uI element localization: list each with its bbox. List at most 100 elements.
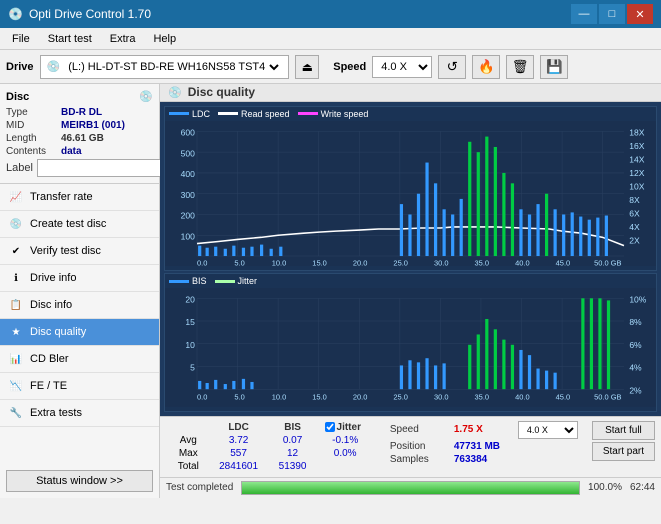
erase-button[interactable]: 🗑: [506, 55, 534, 79]
disc-panel-title: Disc: [6, 91, 29, 103]
svg-text:6X: 6X: [629, 208, 640, 218]
menu-help[interactable]: Help: [145, 31, 184, 47]
svg-text:4%: 4%: [629, 363, 642, 373]
svg-text:2%: 2%: [629, 386, 642, 396]
position-label: Position: [390, 441, 450, 452]
start-part-button[interactable]: Start part: [592, 442, 655, 461]
total-jitter: [317, 460, 374, 473]
svg-text:10: 10: [185, 340, 195, 350]
svg-text:45.0: 45.0: [556, 393, 571, 402]
menu-extra[interactable]: Extra: [102, 31, 144, 47]
nav-label-disc-quality: Disc quality: [30, 326, 86, 338]
svg-text:200: 200: [181, 211, 196, 221]
refresh-button[interactable]: ↺: [438, 55, 466, 79]
svg-text:16X: 16X: [629, 141, 645, 151]
chart1-legend: LDC Read speed Write speed: [165, 107, 656, 121]
speed-stat-dropdown[interactable]: 4.0 X: [518, 421, 578, 439]
sidebar-item-transfer-rate[interactable]: 📈 Transfer rate: [0, 184, 159, 211]
disc-panel-icon: 💿: [139, 90, 153, 103]
svg-text:20.0: 20.0: [353, 393, 368, 402]
avg-jitter: -0.1%: [317, 434, 374, 447]
close-button[interactable]: ✕: [627, 4, 653, 24]
svg-text:5.0: 5.0: [234, 393, 244, 402]
samples-label: Samples: [390, 454, 450, 465]
titlebar: 💿 Opti Drive Control 1.70 — □ ✕: [0, 0, 661, 28]
start-full-button[interactable]: Start full: [592, 421, 655, 440]
status-window-button[interactable]: Status window >>: [6, 470, 153, 492]
position-row: Position 47731 MB: [390, 441, 578, 452]
minimize-button[interactable]: —: [571, 4, 597, 24]
sidebar-item-create-test-disc[interactable]: 💿 Create test disc: [0, 211, 159, 238]
test-status: Test completed: [166, 482, 233, 493]
nav-label-extra-tests: Extra tests: [30, 407, 82, 419]
svg-text:4X: 4X: [629, 222, 640, 232]
burn-button[interactable]: 🔥: [472, 55, 500, 79]
menu-file[interactable]: File: [4, 31, 38, 47]
sidebar-item-disc-quality[interactable]: ★ Disc quality: [0, 319, 159, 346]
col-bis: BIS: [269, 421, 317, 434]
verify-disc-icon: ✔: [8, 243, 24, 259]
svg-text:30.0: 30.0: [434, 393, 449, 402]
type-label: Type: [6, 107, 61, 118]
content-header: 💿 Disc quality: [160, 84, 661, 102]
position-value: 47731 MB: [454, 441, 514, 452]
sidebar-item-fe-te[interactable]: 📉 FE / TE: [0, 373, 159, 400]
speed-stat-value: 1.75 X: [454, 424, 514, 435]
samples-row: Samples 763384: [390, 454, 578, 465]
svg-text:100: 100: [181, 231, 196, 241]
sidebar-item-drive-info[interactable]: ℹ Drive info: [0, 265, 159, 292]
stats-left: LDC BIS Jitter Avg: [160, 417, 382, 477]
content-header-icon: 💿: [168, 86, 182, 99]
svg-text:20.0: 20.0: [353, 258, 368, 266]
label-label: Label: [6, 162, 33, 174]
svg-text:14X: 14X: [629, 154, 645, 164]
sidebar-item-extra-tests[interactable]: 🔧 Extra tests: [0, 400, 159, 427]
legend-ldc: LDC: [169, 109, 210, 119]
svg-text:8%: 8%: [629, 318, 642, 328]
avg-bis: 0.07: [269, 434, 317, 447]
mid-value: MEIRB1 (001): [61, 120, 125, 131]
window-controls: — □ ✕: [571, 4, 653, 24]
nav-label-transfer-rate: Transfer rate: [30, 191, 93, 203]
total-bis: 51390: [269, 460, 317, 473]
svg-text:600: 600: [181, 127, 196, 137]
svg-text:5: 5: [190, 363, 195, 373]
jitter-checkbox[interactable]: [325, 422, 335, 432]
svg-text:2X: 2X: [629, 235, 640, 245]
label-input[interactable]: [37, 159, 175, 177]
svg-text:30.0: 30.0: [434, 258, 449, 266]
sidebar-item-verify-test-disc[interactable]: ✔ Verify test disc: [0, 238, 159, 265]
svg-text:0.0: 0.0: [197, 393, 207, 402]
speed-stat-label: Speed: [390, 424, 450, 435]
speed-dropdown[interactable]: 1.0 X 2.0 X 4.0 X 6.0 X 8.0 X: [372, 56, 432, 78]
menubar: File Start test Extra Help: [0, 28, 661, 50]
sidebar-item-cd-bler[interactable]: 📊 CD Bler: [0, 346, 159, 373]
svg-text:25.0: 25.0: [393, 258, 408, 266]
sidebar-item-disc-info[interactable]: 📋 Disc info: [0, 292, 159, 319]
transfer-rate-icon: 📈: [8, 189, 24, 205]
eject-button[interactable]: ⏏: [295, 55, 319, 79]
speed-label: Speed: [333, 61, 366, 73]
total-ldc: 2841601: [209, 460, 269, 473]
content-header-title: Disc quality: [188, 85, 255, 99]
svg-text:8X: 8X: [629, 195, 640, 205]
progress-fill: [242, 482, 579, 494]
chart2-svg: 20 15 10 5 10% 8% 6% 4% 2% 0.0 5.0 10.0 …: [165, 288, 656, 407]
nav-label-create-test-disc: Create test disc: [30, 218, 106, 230]
maximize-button[interactable]: □: [599, 4, 625, 24]
max-label: Max: [168, 447, 209, 460]
stats-panel: LDC BIS Jitter Avg: [160, 416, 661, 477]
progress-track: [241, 481, 580, 495]
contents-label: Contents: [6, 146, 61, 157]
save-button[interactable]: 💾: [540, 55, 568, 79]
drive-dropdown[interactable]: (L:) HL-DT-ST BD-RE WH16NS58 TST4: [64, 60, 282, 74]
jitter-label: Jitter: [337, 422, 361, 433]
app-icon: 💿: [8, 7, 23, 21]
chart1-svg: 600 500 400 300 200 100 18X 16X 14X 12X …: [165, 121, 656, 266]
stats-row-total: Total 2841601 51390: [168, 460, 374, 473]
length-label: Length: [6, 133, 61, 144]
cd-bler-icon: 📊: [8, 351, 24, 367]
contents-value: data: [61, 146, 82, 157]
menu-start-test[interactable]: Start test: [40, 31, 100, 47]
svg-text:400: 400: [181, 169, 196, 179]
